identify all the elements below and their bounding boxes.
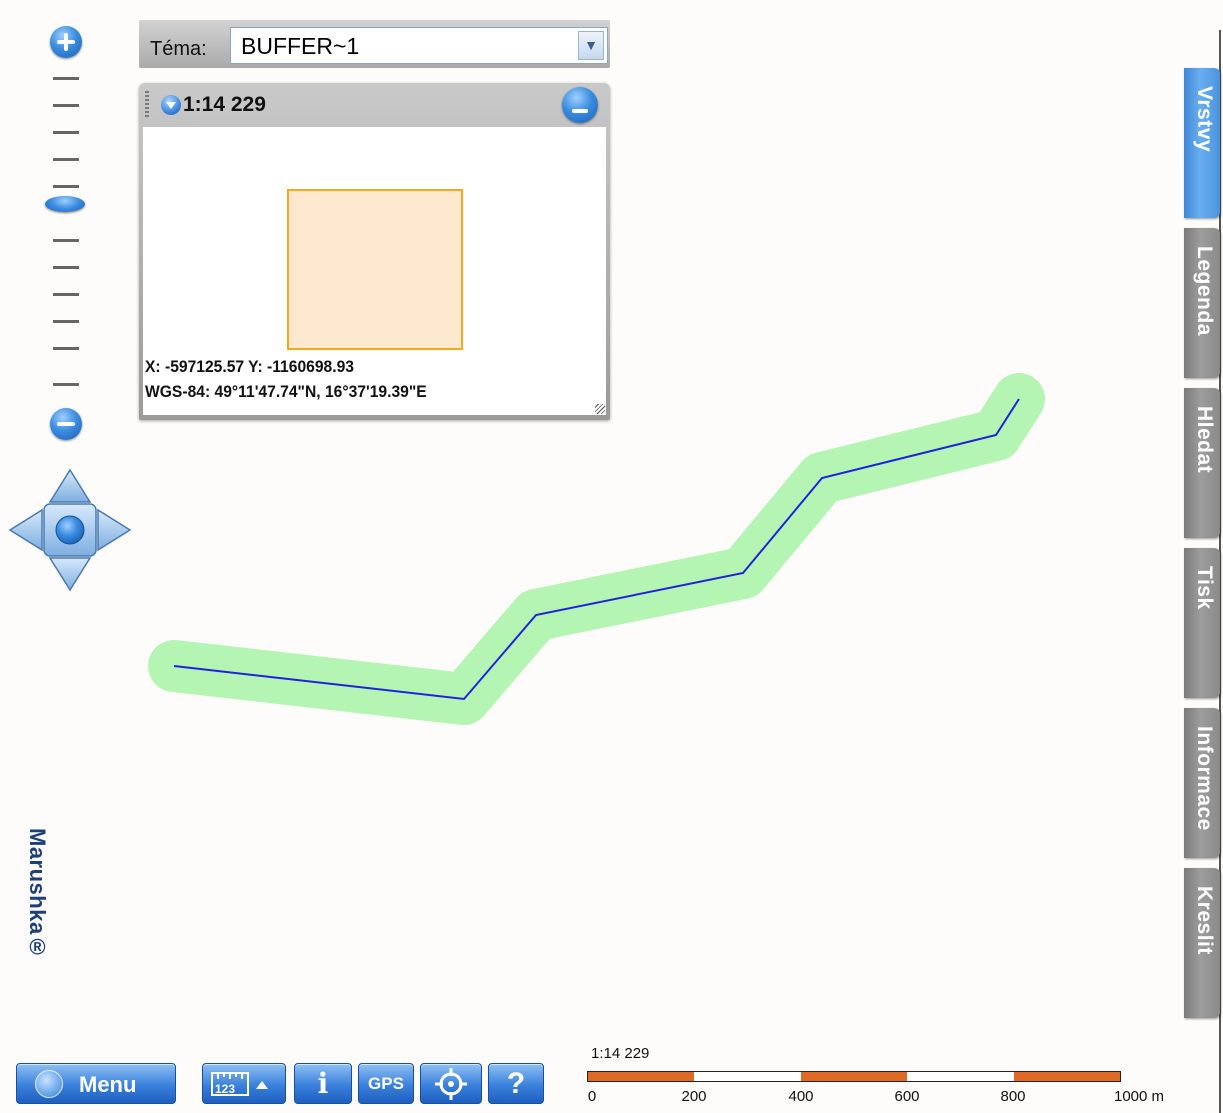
zoom-slider-thumb[interactable]: [45, 196, 85, 212]
theme-bar: Téma: BUFFER~1 ▼: [139, 20, 610, 68]
pan-left-button[interactable]: [8, 508, 43, 552]
gps-label: GPS: [368, 1073, 404, 1093]
coords-wgs84: WGS-84: 49°11'47.74"N, 16°37'19.39"E: [145, 382, 427, 401]
zoom-level-tick[interactable]: [53, 266, 79, 269]
tab-label: Hledat: [1193, 406, 1216, 474]
scale-tick-label: 200: [681, 1088, 707, 1105]
zoom-level-tick[interactable]: [53, 131, 79, 134]
tab-label: Legenda: [1193, 246, 1216, 336]
pan-right-button[interactable]: [97, 508, 132, 552]
zoom-out-button[interactable]: [50, 408, 82, 440]
overview-scale: 1:14 229: [183, 93, 266, 116]
pan-center-button[interactable]: [55, 515, 85, 545]
scale-tick-label: 1000 m: [1113, 1088, 1165, 1105]
overview-extent-box[interactable]: [287, 189, 463, 350]
measure-units-text: 123: [215, 1082, 235, 1096]
locate-button[interactable]: [420, 1063, 482, 1104]
app-logo-icon: [35, 1070, 63, 1098]
tab-kreslit[interactable]: Kreslit: [1184, 868, 1220, 1018]
pan-down-button[interactable]: [48, 557, 92, 592]
zoom-level-tick[interactable]: [53, 383, 79, 386]
overview-map[interactable]: X: -597125.57 Y: -1160698.93 WGS-84: 49°…: [143, 127, 606, 415]
tab-informace[interactable]: Informace: [1184, 708, 1220, 858]
tab-vrstvy[interactable]: Vrstvy: [1184, 68, 1220, 218]
zoom-level-tick[interactable]: [53, 77, 79, 80]
collapse-panel-button[interactable]: [562, 87, 598, 123]
tab-hledat[interactable]: Hledat: [1184, 388, 1220, 538]
scale-tick-label: 400: [788, 1088, 814, 1105]
menu-button[interactable]: Menu: [16, 1063, 176, 1104]
chevron-down-icon[interactable]: ▼: [578, 31, 604, 60]
zoom-level-tick[interactable]: [53, 239, 79, 242]
buffer-polygon[interactable]: [148, 373, 1045, 725]
help-icon: ?: [506, 1066, 526, 1100]
theme-selected-value: BUFFER~1: [241, 33, 360, 59]
tab-label: Kreslit: [1193, 886, 1216, 955]
info-button[interactable]: i: [294, 1063, 352, 1104]
tab-label: Vrstvy: [1193, 86, 1216, 153]
scale-tick-label: 0: [587, 1088, 597, 1105]
theme-select[interactable]: BUFFER~1 ▼: [230, 27, 608, 64]
tab-legenda[interactable]: Legenda: [1184, 228, 1220, 378]
info-icon: i: [317, 1067, 329, 1100]
overview-panel: 1:14 229 X: -597125.57 Y: -1160698.93 WG…: [139, 83, 610, 420]
gps-button[interactable]: GPS: [358, 1063, 414, 1104]
pan-up-button[interactable]: [48, 468, 92, 503]
zoom-level-tick[interactable]: [53, 185, 79, 188]
menu-label: Menu: [79, 1072, 137, 1097]
zoom-in-button[interactable]: [50, 26, 82, 58]
theme-label: Téma:: [150, 38, 207, 60]
scale-ratio: 1:14 229: [591, 1045, 650, 1062]
tab-label: Tisk: [1193, 566, 1216, 610]
minus-icon: [572, 109, 588, 113]
zoom-level-tick[interactable]: [53, 347, 79, 350]
measure-button[interactable]: 123: [202, 1063, 286, 1104]
tab-label: Informace: [1193, 726, 1216, 831]
scale-tick-label: 800: [1000, 1088, 1026, 1105]
help-button[interactable]: ?: [488, 1063, 544, 1104]
drag-handle[interactable]: [145, 91, 149, 119]
tab-tisk[interactable]: Tisk: [1184, 548, 1220, 698]
resize-grip[interactable]: [595, 404, 605, 414]
coordinates-readout: X: -597125.57 Y: -1160698.93 WGS-84: 49°…: [145, 353, 543, 409]
brand-logo: Marushka®: [25, 828, 50, 961]
ruler-icon: 123: [211, 1071, 268, 1096]
zoom-level-tick[interactable]: [53, 320, 79, 323]
scale-dropdown-icon[interactable]: [161, 95, 181, 115]
scale-bar: [587, 1071, 1121, 1082]
crosshair-icon: [435, 1067, 467, 1100]
zoom-level-tick[interactable]: [53, 158, 79, 161]
coords-xy: X: -597125.57 Y: -1160698.93: [145, 357, 354, 376]
scale-tick-label: 600: [894, 1088, 920, 1105]
pan-arrows-icon: [8, 468, 132, 592]
zoom-level-tick[interactable]: [53, 104, 79, 107]
zoom-level-tick[interactable]: [53, 293, 79, 296]
